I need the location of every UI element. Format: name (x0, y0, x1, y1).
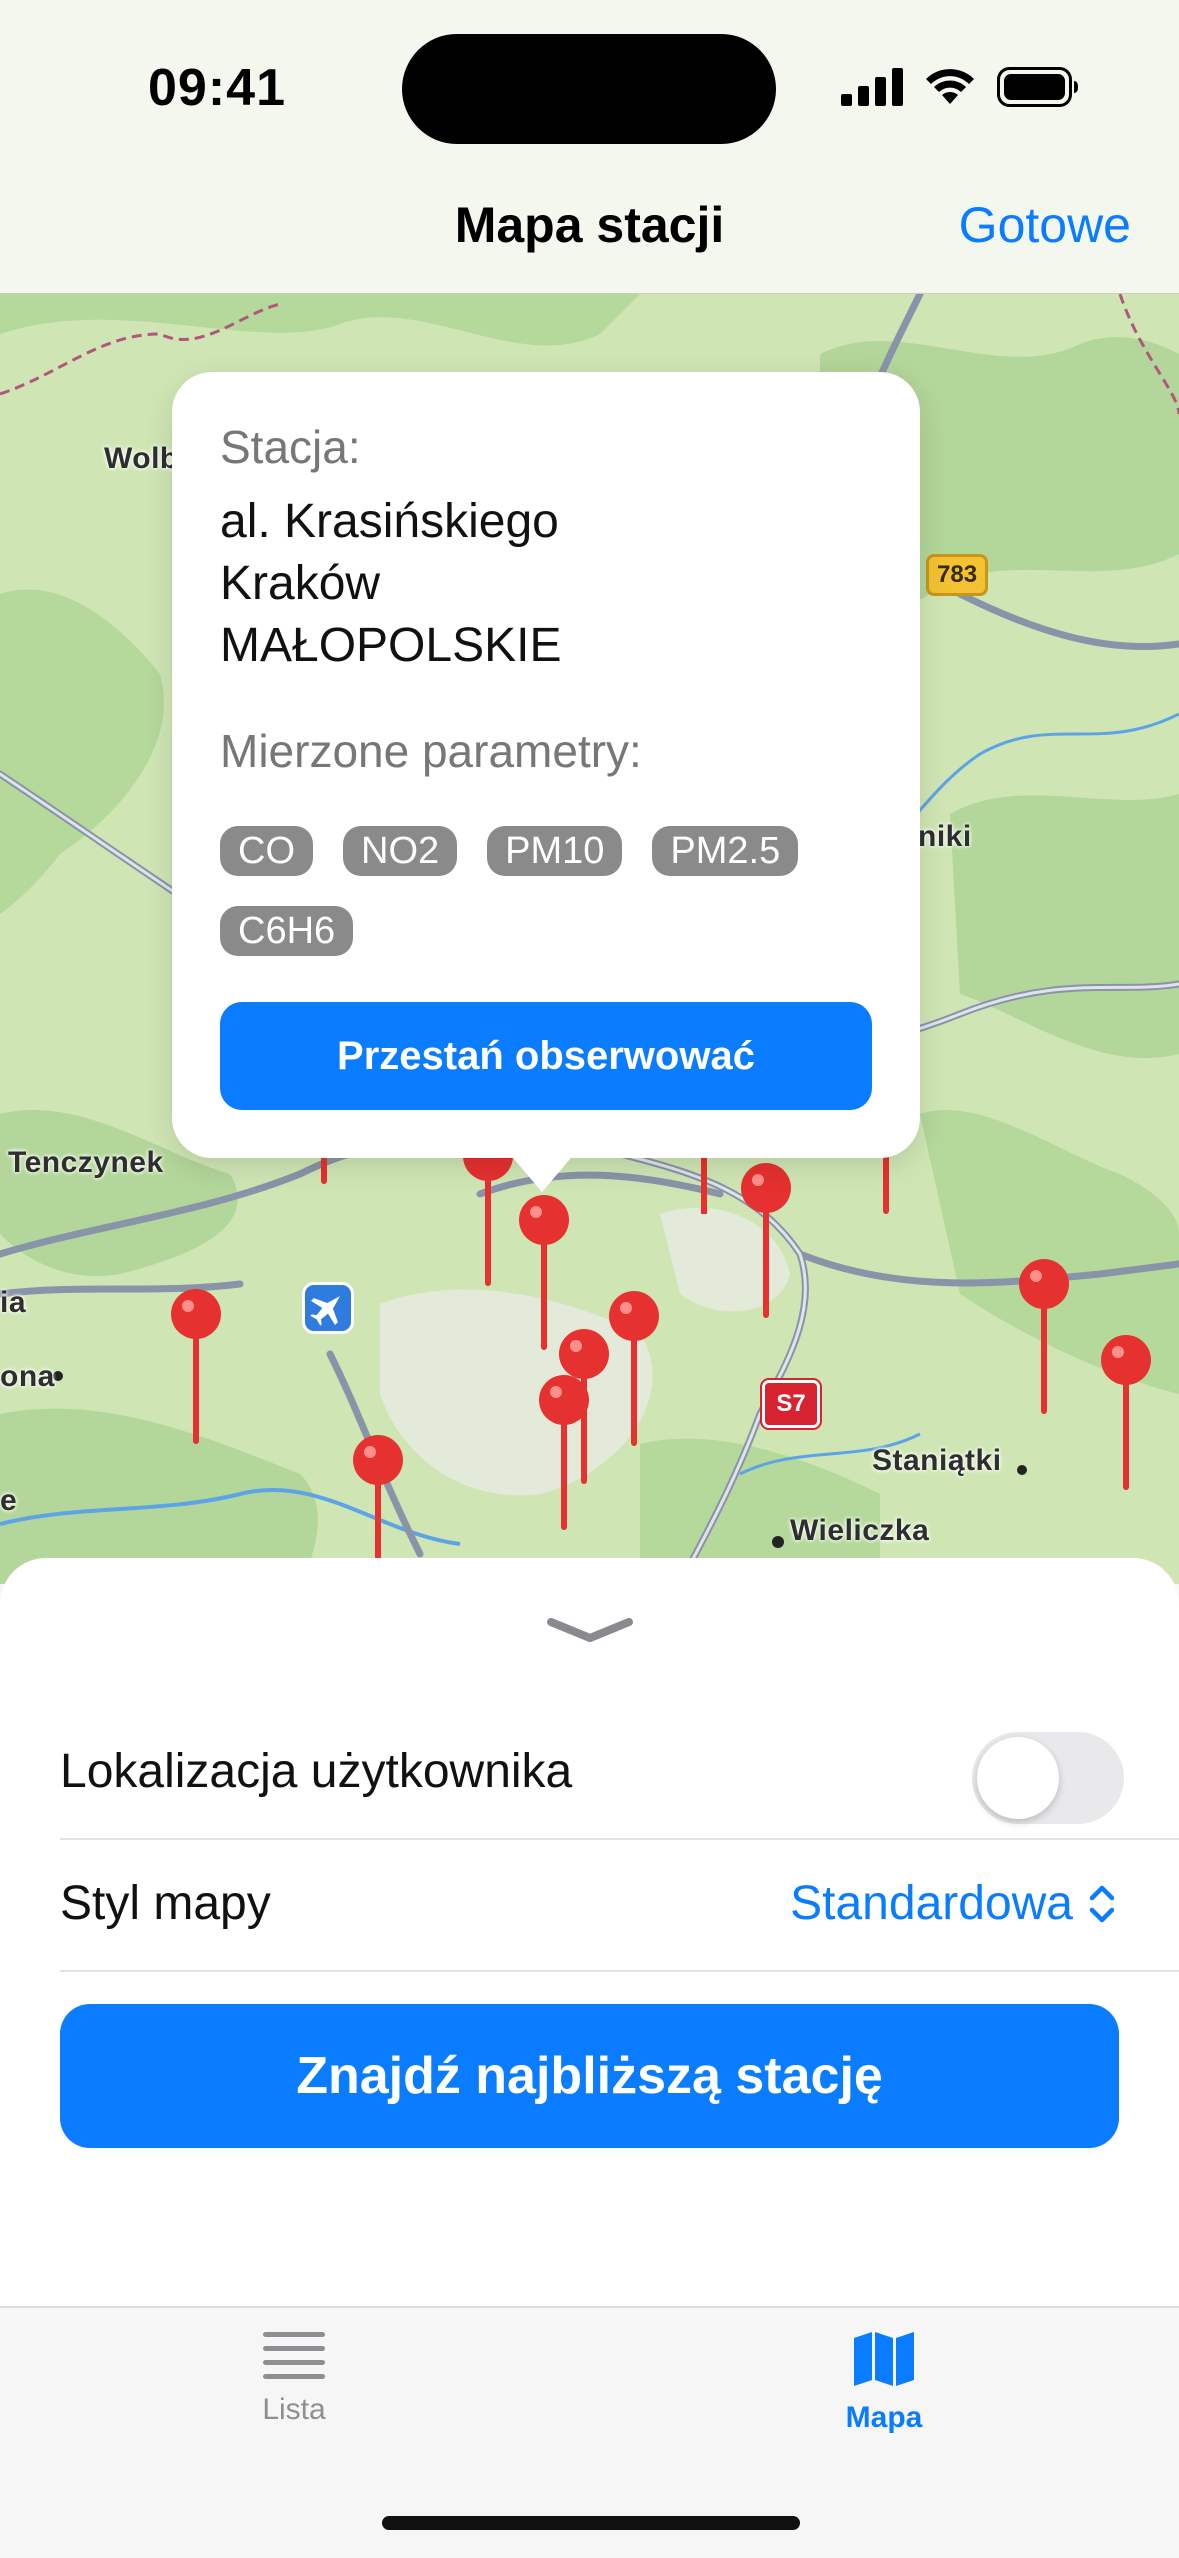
map-style-picker[interactable]: Standardowa (790, 1876, 1117, 1931)
find-nearest-station-button[interactable]: Znajdź najbliższą stację (60, 2004, 1119, 2148)
param-tag: CO (220, 826, 313, 876)
params-label: Mierzone parametry: (220, 725, 642, 777)
home-indicator[interactable] (382, 2516, 800, 2530)
unfollow-button[interactable]: Przestań obserwować (220, 1002, 872, 1110)
tab-mapa[interactable]: Mapa (774, 2330, 994, 2435)
status-icons (841, 62, 1079, 112)
tab-lista-label: Lista (262, 2393, 326, 2426)
chevron-down-icon[interactable] (545, 1614, 635, 1644)
station-pin[interactable] (738, 1162, 794, 1322)
map-icon (854, 2332, 914, 2386)
done-button[interactable]: Gotowe (959, 196, 1131, 254)
station-street: al. Krasińskiego (220, 495, 559, 548)
param-tags: CO NO2 PM10 PM2.5 C6H6 (220, 826, 880, 956)
cellular-signal-icon (841, 68, 903, 106)
user-location-toggle[interactable] (972, 1732, 1124, 1824)
station-label: Stacja: (220, 421, 361, 473)
station-region: MAŁOPOLSKIE (220, 619, 562, 672)
list-icon (263, 2332, 325, 2379)
map-style-value: Standardowa (790, 1877, 1073, 1930)
map-label-staniatki: Staniątki (872, 1444, 1002, 1477)
param-tag: PM2.5 (652, 826, 799, 876)
map-label-ona: ona (0, 1360, 55, 1393)
wifi-icon (926, 69, 974, 104)
map-label-tenczynek: Tenczynek (8, 1146, 164, 1179)
param-tag: NO2 (343, 826, 458, 876)
map-label-e: e (0, 1484, 18, 1517)
road-sign-783: 783 (926, 554, 989, 596)
toggle-knob (977, 1737, 1059, 1819)
station-pin[interactable] (168, 1288, 224, 1448)
airport-icon[interactable] (302, 1282, 354, 1334)
popup-tail (508, 1152, 576, 1192)
chevron-up-down-icon (1089, 1885, 1115, 1922)
status-time: 09:41 (148, 59, 286, 117)
navigation-header: 09:41 Mapa stacji Gotowe (0, 0, 1179, 294)
road-sign-s7: S7 (760, 1378, 822, 1430)
user-location-row: Lokalizacja użytkownika (60, 1706, 1179, 1838)
param-tag: C6H6 (220, 906, 354, 956)
station-city: Kraków (220, 557, 381, 610)
divider (60, 1970, 1179, 1972)
map-label-ia: ia (0, 1286, 27, 1319)
dynamic-island (402, 34, 776, 144)
tab-lista[interactable]: Lista (184, 2330, 404, 2427)
tab-bar: Lista Mapa (0, 2306, 1179, 2558)
user-location-label: Lokalizacja użytkownika (60, 1745, 573, 1798)
param-tag: PM10 (487, 826, 623, 876)
map-style-label: Styl mapy (60, 1877, 271, 1930)
tab-mapa-label: Mapa (845, 2401, 923, 2434)
station-popup: Stacja: al. Krasińskiego Kraków MAŁOPOLS… (172, 372, 920, 1158)
battery-icon (997, 67, 1078, 107)
map-label-niki: niki (918, 820, 972, 853)
settings-sheet: Lokalizacja użytkownika Styl mapy Standa… (0, 1558, 1179, 2308)
station-pin[interactable] (536, 1374, 592, 1534)
station-pin[interactable] (1098, 1334, 1154, 1494)
station-pin[interactable] (606, 1290, 662, 1450)
map-label-wieliczka: Wieliczka (790, 1514, 930, 1547)
map-style-row[interactable]: Styl mapy Standardowa (60, 1838, 1179, 1970)
station-pin[interactable] (1016, 1258, 1072, 1418)
map-label-wolb: Wolb (104, 442, 179, 475)
